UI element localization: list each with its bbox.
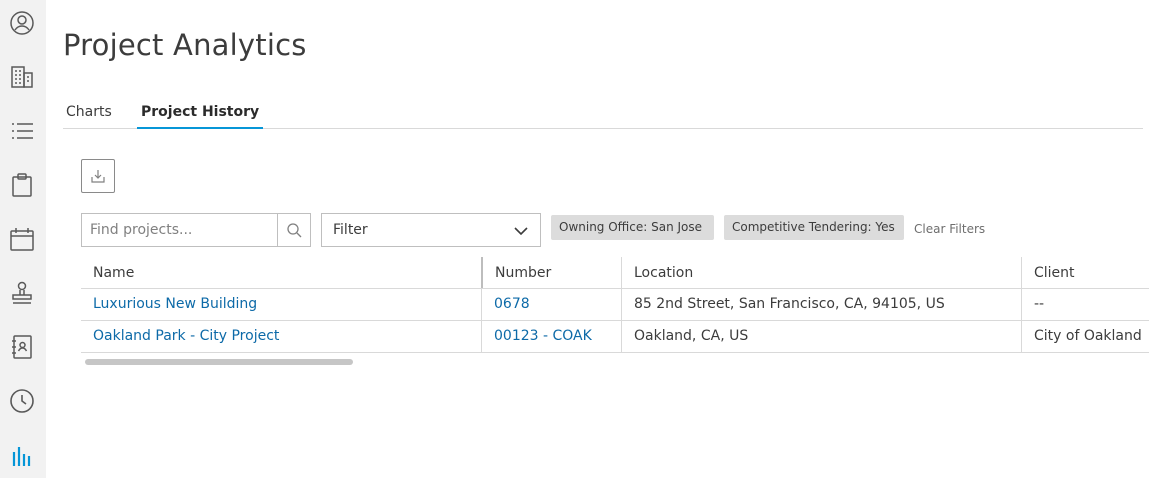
filter-dropdown-label: Filter	[333, 222, 368, 238]
contacts-book-icon[interactable]	[7, 332, 37, 362]
project-client: City of Oakland	[1021, 321, 1149, 352]
table-header: Name Number Location Client	[81, 257, 1149, 289]
project-number-link[interactable]: 0678	[481, 289, 621, 320]
search-input[interactable]	[82, 214, 278, 246]
project-name-link[interactable]: Luxurious New Building	[81, 289, 481, 320]
column-header-client[interactable]: Client	[1021, 257, 1149, 288]
list-icon[interactable]	[7, 116, 37, 146]
projects-table: Name Number Location Client Luxurious Ne…	[81, 257, 1149, 353]
horizontal-scrollbar[interactable]	[85, 359, 353, 365]
table-row: Luxurious New Building 0678 85 2nd Stree…	[81, 289, 1149, 321]
tab-bar: Charts Project History	[63, 98, 1143, 129]
column-header-number[interactable]: Number	[481, 257, 621, 288]
filter-chip-owning-office[interactable]: Owning Office: San Jose	[551, 215, 714, 240]
project-location: Oakland, CA, US	[621, 321, 1021, 352]
tab-project-history[interactable]: Project History	[137, 98, 264, 129]
calendar-icon[interactable]	[7, 224, 37, 254]
export-button[interactable]	[81, 159, 115, 193]
project-name-link[interactable]: Oakland Park - City Project	[81, 321, 481, 352]
clipboard-icon[interactable]	[7, 170, 37, 200]
user-circle-icon[interactable]	[7, 8, 37, 38]
page-title: Project Analytics	[63, 28, 307, 62]
clear-filters-link[interactable]: Clear Filters	[914, 222, 985, 236]
export-icon	[91, 170, 105, 183]
building-icon[interactable]	[7, 62, 37, 92]
sidebar	[0, 0, 46, 478]
filter-dropdown[interactable]: Filter	[321, 213, 541, 247]
analytics-icon[interactable]	[7, 440, 37, 470]
stamp-icon[interactable]	[7, 278, 37, 308]
chevron-down-icon	[514, 227, 528, 236]
filter-chip-competitive-tendering[interactable]: Competitive Tendering: Yes	[724, 215, 904, 240]
search-icon[interactable]	[286, 222, 302, 238]
project-client: --	[1021, 289, 1149, 320]
project-location: 85 2nd Street, San Francisco, CA, 94105,…	[621, 289, 1021, 320]
table-row: Oakland Park - City Project 00123 - COAK…	[81, 321, 1149, 353]
tab-charts[interactable]: Charts	[66, 98, 112, 129]
column-header-name[interactable]: Name	[81, 257, 481, 288]
column-header-location[interactable]: Location	[621, 257, 1021, 288]
project-number-link[interactable]: 00123 - COAK	[481, 321, 621, 352]
clock-icon[interactable]	[7, 386, 37, 416]
search-box	[81, 213, 311, 247]
